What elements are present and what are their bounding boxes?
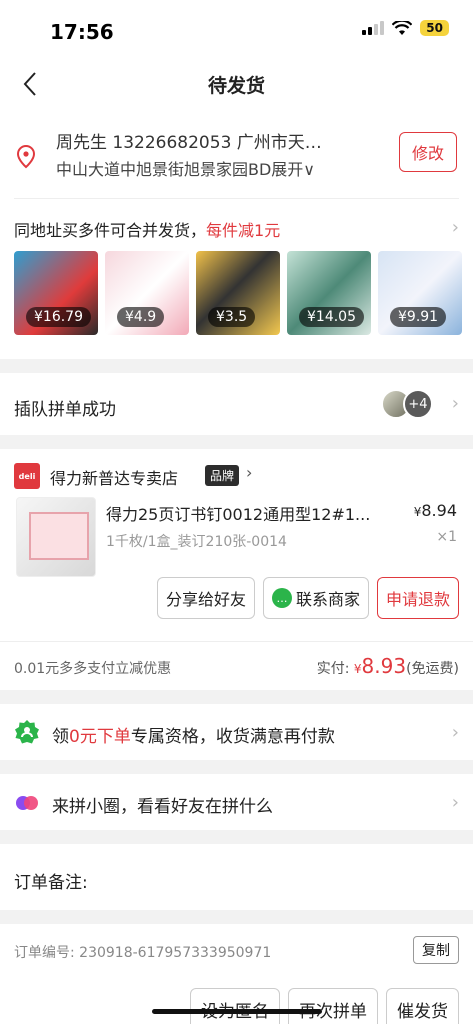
nav-bar: 待发货 (0, 60, 473, 108)
recommend-item[interactable]: ¥14.05 (287, 251, 371, 335)
payment-summary: 0.01元多多支付立减优惠 实付: ¥8.93(免运费) (0, 642, 473, 690)
order-number: 订单编号: 230918-617957333950971 (14, 945, 272, 961)
group-order-section[interactable]: 插队拼单成功 +4 › (0, 373, 473, 435)
status-icons: 50 (362, 20, 449, 36)
discount-text: 0.01元多多支付立减优惠 (14, 661, 172, 677)
avatar-more-count: +4 (403, 389, 433, 419)
order-note-label: 订单备注: (14, 873, 88, 893)
order-item-card: deli 得力新普达专卖店 品牌 › 得力25页订书钉0012通用型12#1..… (0, 449, 473, 641)
recommend-price: ¥16.79 (26, 307, 91, 327)
bottom-action-bar: 设为匿名 再次拼单 催发货 (0, 976, 473, 1024)
friend-circle-row[interactable]: 来拼小圈，看看好友在拼什么 › (0, 774, 473, 830)
product-price: ¥8.94 (413, 501, 457, 520)
recommend-item[interactable]: ¥9.91 (378, 251, 462, 335)
reorder-button[interactable]: 再次拼单 (288, 988, 378, 1024)
refund-button[interactable]: 申请退款 (376, 577, 459, 619)
order-note[interactable]: 订单备注: (0, 844, 473, 910)
chevron-right-icon: › (451, 393, 459, 414)
promo-text: 领0元下单专属资格，收货满意再付款 (52, 727, 335, 747)
paid-amount: 8.93 (361, 654, 407, 678)
shop-name[interactable]: 得力新普达专卖店 (50, 465, 178, 489)
merge-shipping-section[interactable]: 同地址买多件可合并发货，每件减1元 › ¥16.79 ¥4.9 ¥3.5 ¥14… (0, 199, 473, 359)
signal-icon (362, 21, 385, 35)
copy-button[interactable]: 复制 (413, 936, 459, 964)
recommend-price: ¥9.91 (390, 307, 447, 327)
address-contact: 周先生 13226682053 广州市天… (56, 133, 322, 153)
battery-icon: 50 (420, 20, 449, 36)
recommend-price: ¥3.5 (208, 307, 256, 327)
home-indicator (152, 1009, 322, 1014)
share-button[interactable]: 分享给好友 (156, 577, 255, 619)
merge-discount-label: 每件减1元 (206, 221, 281, 240)
status-time: 17:56 (50, 20, 114, 44)
merge-shipping-title: 同地址买多件可合并发货，每件减1元 (14, 221, 281, 240)
badge-icon (15, 720, 39, 744)
item-actions: 分享给好友 … 联系商家 申请退款 (156, 577, 459, 619)
product-title[interactable]: 得力25页订书钉0012通用型12#1... (106, 501, 396, 525)
order-number-row: 订单编号: 230918-617957333950971 复制 (0, 924, 473, 976)
group-status-title: 插队拼单成功 (14, 400, 116, 420)
friend-circle-icon (16, 796, 38, 810)
brand-badge: 品牌 (205, 465, 240, 486)
recommend-price: ¥14.05 (299, 307, 364, 327)
page-title: 待发货 (207, 74, 265, 97)
contact-seller-button[interactable]: … 联系商家 (262, 577, 369, 619)
chevron-right-icon: › (451, 722, 459, 743)
wifi-icon (392, 20, 413, 35)
paid-amount-row: 实付: ¥8.93(免运费) (316, 654, 459, 678)
recommend-item[interactable]: ¥16.79 (14, 251, 98, 335)
status-bar: 17:56 50 (0, 0, 473, 60)
friend-circle-text: 来拼小圈，看看好友在拼什么 (52, 797, 273, 817)
recommend-price: ¥4.9 (117, 307, 165, 327)
chevron-right-icon: › (451, 792, 459, 813)
urge-shipping-button[interactable]: 催发货 (386, 988, 459, 1024)
address-card[interactable]: 周先生 13226682053 广州市天… 中山大道中旭景街旭景家园BD展开∨ … (0, 108, 473, 198)
chat-icon: … (271, 588, 292, 608)
anonymous-button[interactable]: 设为匿名 (190, 988, 280, 1024)
location-pin-icon (16, 144, 36, 169)
product-image[interactable] (16, 497, 96, 577)
recommend-list: ¥16.79 ¥4.9 ¥3.5 ¥14.05 ¥9.91 (14, 251, 462, 335)
free-order-promo[interactable]: 领0元下单专属资格，收货满意再付款 › (0, 704, 473, 760)
back-button[interactable] (12, 66, 48, 102)
product-spec: 1千枚/1盒_装订210张-0014 (106, 534, 287, 550)
address-detail[interactable]: 中山大道中旭景街旭景家园BD展开∨ (56, 156, 376, 180)
product-quantity: ×1 (436, 529, 457, 545)
shop-logo: deli (14, 463, 40, 489)
recommend-item[interactable]: ¥3.5 (196, 251, 280, 335)
chevron-right-icon[interactable]: › (246, 463, 252, 482)
bottom-actions: 设为匿名 再次拼单 催发货 (190, 988, 459, 1024)
back-icon (23, 72, 36, 96)
group-avatars: +4 (381, 389, 433, 419)
chevron-right-icon: › (451, 217, 459, 238)
edit-address-button[interactable]: 修改 (398, 132, 457, 172)
recommend-item[interactable]: ¥4.9 (105, 251, 189, 335)
